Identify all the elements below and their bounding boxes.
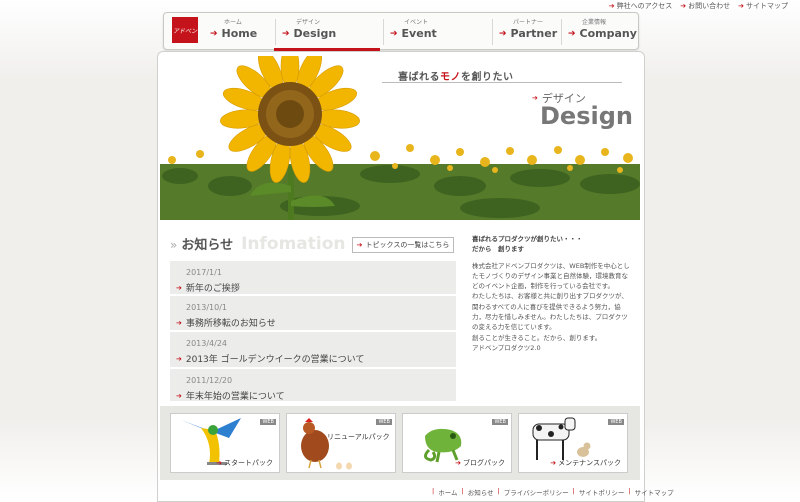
- about-heading-2: だから 創ります: [472, 245, 524, 254]
- footer-separator: |: [572, 487, 575, 495]
- arrow-icon: ➔: [550, 459, 557, 467]
- news-title-en: Infomation: [241, 234, 346, 254]
- web-badge: WEB: [376, 419, 392, 425]
- logo[interactable]: アドベン: [172, 17, 198, 43]
- nav-design-jp: デザイン: [296, 19, 321, 26]
- news-item[interactable]: 2013/10/1 ➔ 事務所移転のお知らせ: [170, 296, 456, 332]
- renewal-pack-banner[interactable]: WEB リニューアルパック: [286, 413, 396, 473]
- arrow-icon: ➔: [282, 29, 290, 39]
- news-item[interactable]: 2013/4/24 ➔ 2013年 ゴールデンウイークの営業について: [170, 332, 456, 369]
- about-paragraph-3: 創ることが生きること。だから、創ります。: [472, 333, 602, 342]
- footer-separator: |: [628, 487, 631, 495]
- start-pack-banner[interactable]: WEB ➔ スタートパック: [170, 413, 280, 473]
- about-paragraph-4: アドベンプロダクツ2.0: [472, 343, 541, 352]
- web-badge: WEB: [260, 419, 276, 425]
- hero-section-en: Design: [540, 102, 633, 130]
- arrow-icon: ➔: [210, 29, 218, 39]
- about-text: 喜ばれるプロダクツが創りたい・・・ だから 創ります 株式会社アドベンプロダクツ…: [472, 234, 632, 353]
- nav-partner[interactable]: パートナー ➔ Partner: [492, 19, 561, 45]
- utility-links: ➔ 弊社へのアクセス ➔ お問い合わせ ➔ サイトマップ: [609, 0, 788, 12]
- news-date: 2017/1/1: [186, 268, 222, 277]
- hero-banner: 喜ばれるモノを創りたい ➔ デザイン Design: [160, 56, 640, 220]
- nav-event[interactable]: イベント ➔ Event: [383, 19, 490, 45]
- arrow-icon: ➔: [176, 391, 182, 400]
- news-date: 2013/4/24: [186, 339, 228, 348]
- news-date: 2011/12/20: [186, 376, 233, 385]
- footer-separator: |: [432, 487, 435, 495]
- nav-home[interactable]: ホーム ➔ Home: [204, 19, 274, 45]
- web-badge: WEB: [608, 419, 624, 425]
- catch-suffix: を創りたい: [461, 72, 514, 83]
- nav-company-jp: 企業情報: [582, 19, 607, 26]
- sitemap-link[interactable]: ➔ サイトマップ: [738, 0, 788, 12]
- catch-highlight: モノ: [440, 72, 461, 83]
- arrow-icon: ➔: [390, 29, 398, 39]
- footer-separator: |: [497, 487, 500, 495]
- contact-link-label: お問い合わせ: [688, 2, 731, 10]
- nav-company[interactable]: 企業情報 ➔ Company: [561, 19, 638, 45]
- arrow-icon: ➔: [608, 2, 615, 10]
- arrow-icon: ➔: [176, 354, 182, 363]
- arrow-icon: ➔: [455, 459, 461, 467]
- banner-label: ブログパック: [463, 459, 505, 467]
- hero-catchphrase: 喜ばれるモノを創りたい: [398, 68, 514, 83]
- nav-home-en: Home: [221, 27, 258, 40]
- arrow-icon: ➔: [568, 29, 576, 39]
- maintenance-pack-banner[interactable]: WEB ➔ メンテナンスパック: [518, 413, 628, 473]
- topics-list-label: トピックスの一覧はこちら: [365, 241, 450, 249]
- news-date: 2013/10/1: [186, 303, 228, 312]
- footer-sitemap-link[interactable]: サイトマップ: [635, 487, 674, 497]
- nav-partner-jp: パートナー: [513, 19, 544, 26]
- news-heading: » お知らせ Infomation: [170, 234, 346, 254]
- arrow-icon: ➔: [738, 2, 744, 10]
- logo-text: アドベン: [172, 27, 197, 35]
- arrow-icon: ➔: [356, 241, 363, 249]
- nav-home-jp: ホーム: [224, 19, 242, 26]
- sitemap-link-label: サイトマップ: [746, 2, 788, 10]
- double-chevron-icon: »: [170, 238, 178, 252]
- banner-label: リニューアルパック: [327, 433, 390, 441]
- footer-site-policy-link[interactable]: サイトポリシー: [579, 487, 625, 497]
- news-title: 事務所移転のお知らせ: [185, 319, 276, 329]
- news-title: 2013年 ゴールデンウイークの営業について: [185, 355, 365, 365]
- access-link[interactable]: ➔ 弊社へのアクセス: [609, 0, 673, 12]
- footer-separator: |: [461, 487, 464, 495]
- arrow-icon: ➔: [499, 29, 507, 39]
- global-nav: アドベン ホーム ➔ Home デザイン ➔ Design イベント ➔ Event …: [163, 12, 639, 50]
- banner-label: メンテナンスパック: [558, 459, 621, 467]
- arrow-icon: ➔: [176, 283, 182, 292]
- nav-design-en: Design: [293, 27, 337, 40]
- arrow-icon: ➔: [176, 318, 182, 327]
- contact-link[interactable]: ➔ お問い合わせ: [680, 0, 730, 12]
- footer-privacy-link[interactable]: プライバシーポリシー: [504, 487, 569, 497]
- catch-prefix: 喜ばれる: [398, 72, 440, 83]
- nav-partner-en: Partner: [510, 27, 558, 40]
- footer-news-link[interactable]: お知らせ: [468, 487, 494, 497]
- news-item[interactable]: 2017/1/1 ➔ 新年のご挨拶: [170, 261, 456, 296]
- footer-home-link[interactable]: ホーム: [438, 487, 457, 497]
- nav-event-jp: イベント: [404, 19, 429, 26]
- footer-links: | ホーム | お知らせ | プライバシーポリシー | サイトポリシー | サイトマップ: [432, 487, 674, 497]
- access-link-label: 弊社へのアクセス: [616, 2, 673, 10]
- blog-pack-banner[interactable]: WEB ➔ ブログパック: [402, 413, 512, 473]
- nav-event-en: Event: [401, 27, 437, 40]
- about-paragraph-1: 株式会社アドベンプロダクツは、WEB制作を中心としたモノづくりのデザイン事業と自…: [472, 261, 630, 291]
- arrow-icon: ➔: [532, 94, 538, 102]
- nav-company-en: Company: [579, 27, 637, 40]
- news-title-jp: お知らせ: [181, 238, 234, 253]
- news-title: 年末年始の営業について: [185, 392, 285, 402]
- news-title: 新年のご挨拶: [185, 284, 240, 294]
- nav-design[interactable]: デザイン ➔ Design: [275, 19, 382, 45]
- about-heading-1: 喜ばれるプロダクツが創りたい・・・: [472, 235, 583, 243]
- web-badge: WEB: [492, 419, 508, 425]
- banner-label: スタートパック: [224, 459, 273, 467]
- about-paragraph-2: わたしたちは、お客様と共に創り出すプロダクツが、関わるすべての人に喜びを提供でき…: [472, 292, 628, 332]
- topics-list-button[interactable]: ➔ トピックスの一覧はこちら: [352, 237, 454, 253]
- arrow-icon: ➔: [216, 459, 222, 467]
- news-item[interactable]: 2011/12/20 ➔ 年末年始の営業について: [170, 369, 456, 403]
- arrow-icon: ➔: [680, 2, 687, 10]
